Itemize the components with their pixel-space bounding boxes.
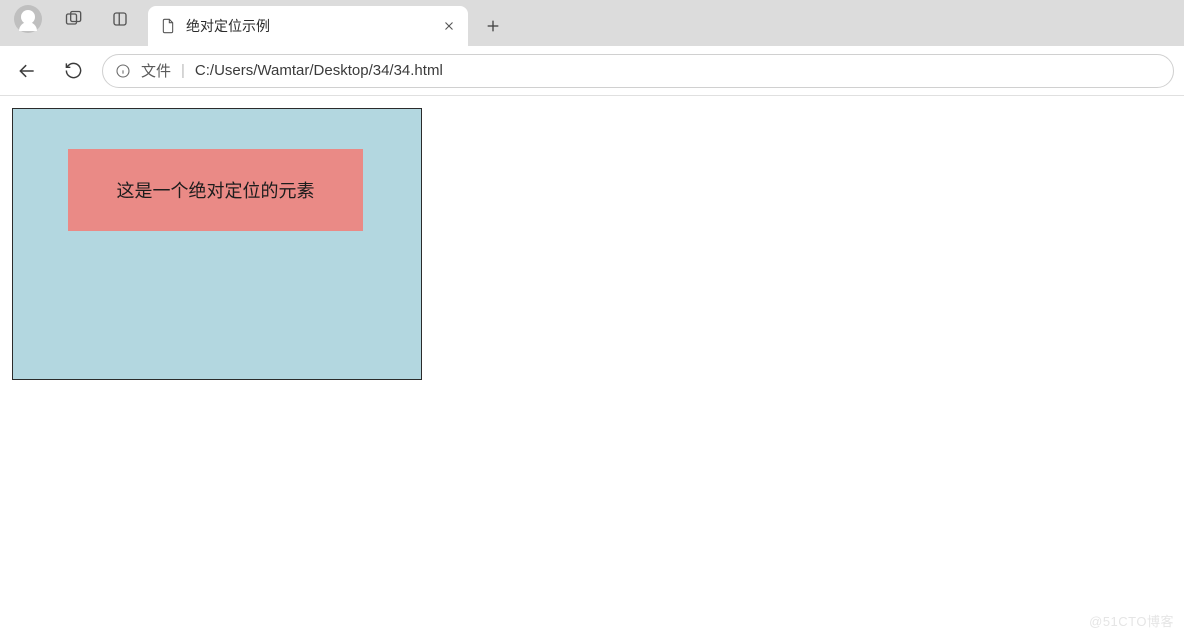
- absolute-positioned-box: 这是一个绝对定位的元素: [68, 149, 363, 231]
- close-tab-button[interactable]: [438, 15, 460, 37]
- browser-toolbar: 文件 | C:/Users/Wamtar/Desktop/34/34.html: [0, 46, 1184, 96]
- container-box: 这是一个绝对定位的元素: [12, 108, 422, 380]
- back-button[interactable]: [10, 54, 44, 88]
- url-separator: |: [181, 62, 185, 79]
- url-scheme-label: 文件: [141, 60, 171, 81]
- box-text: 这是一个绝对定位的元素: [117, 177, 315, 203]
- new-tab-button[interactable]: [476, 9, 510, 43]
- site-info-icon[interactable]: [115, 63, 131, 79]
- active-tab[interactable]: 绝对定位示例: [148, 6, 468, 46]
- address-bar[interactable]: 文件 | C:/Users/Wamtar/Desktop/34/34.html: [102, 54, 1174, 88]
- refresh-button[interactable]: [56, 54, 90, 88]
- tab-title: 绝对定位示例: [186, 16, 428, 36]
- tab-actions-icon[interactable]: [106, 5, 134, 33]
- page-viewport: 这是一个绝对定位的元素: [0, 96, 1184, 636]
- url-path: C:/Users/Wamtar/Desktop/34/34.html: [195, 62, 443, 79]
- window-controls: [0, 0, 148, 46]
- page-icon: [160, 18, 176, 34]
- profile-icon: [14, 5, 42, 33]
- profile-button[interactable]: [14, 5, 42, 33]
- workspaces-icon[interactable]: [60, 5, 88, 33]
- watermark-text: @51CTO博客: [1089, 611, 1174, 630]
- browser-tab-strip: 绝对定位示例: [0, 0, 1184, 46]
